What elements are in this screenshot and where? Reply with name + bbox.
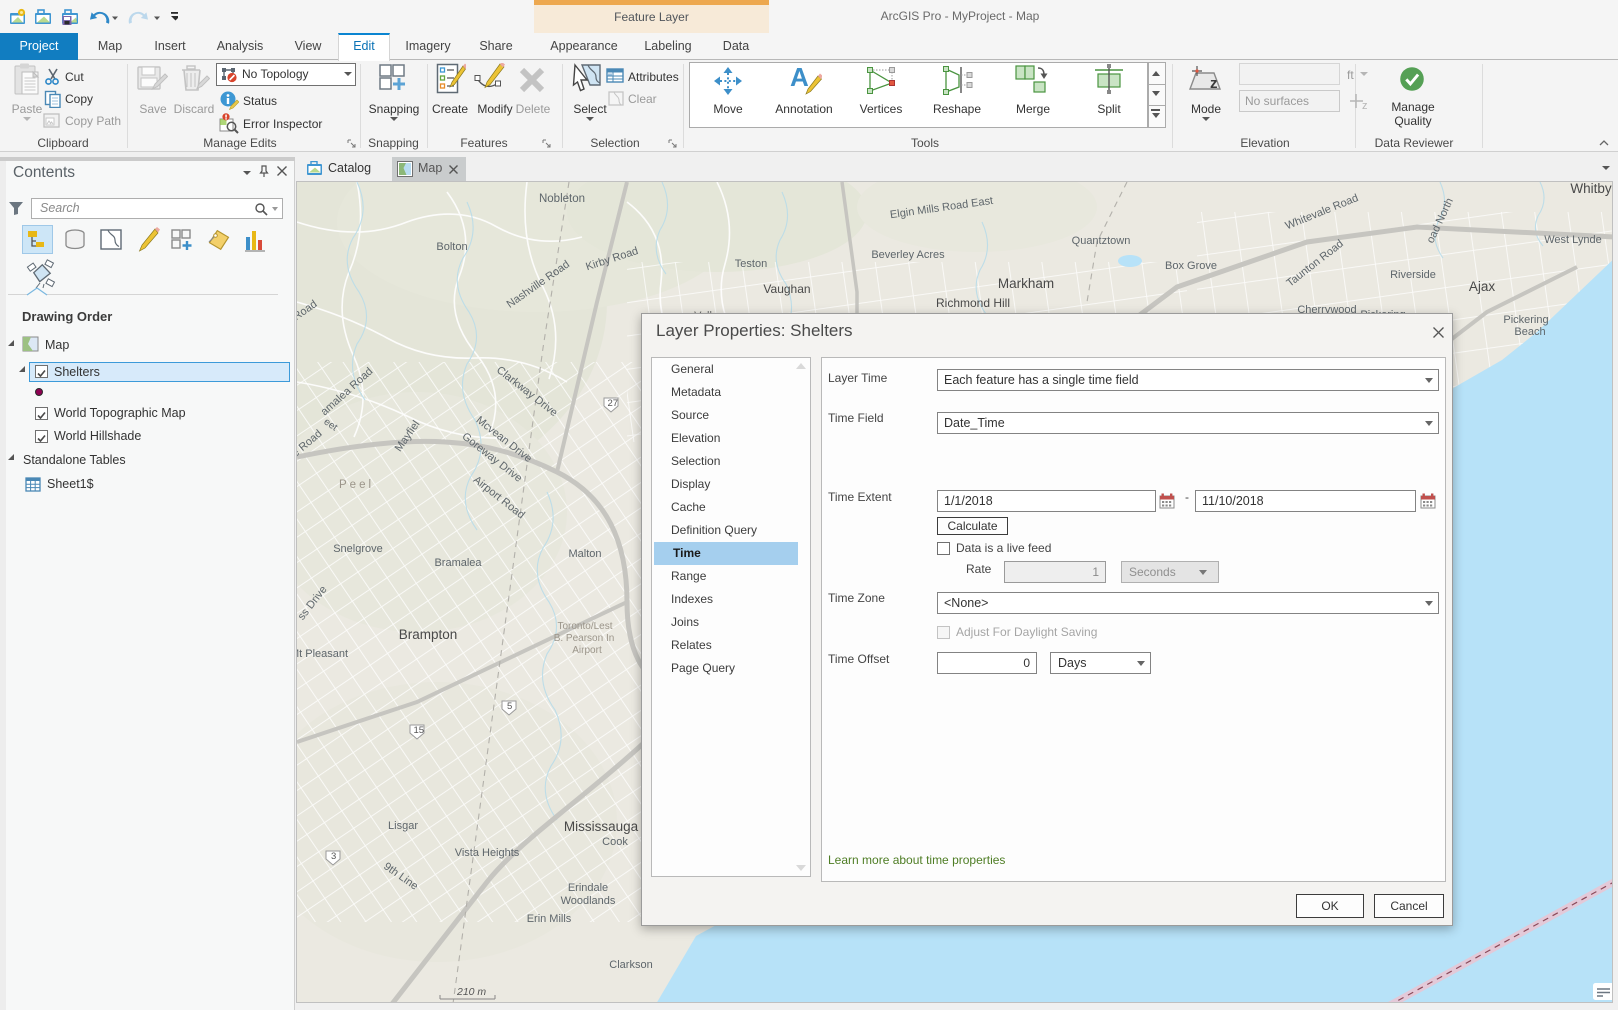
- svg-text:Markham: Markham: [998, 276, 1054, 291]
- svg-text:5: 5: [507, 701, 512, 712]
- svg-text:Vista Heights: Vista Heights: [455, 847, 520, 859]
- svg-text:Cook: Cook: [602, 836, 628, 848]
- svg-text:Peel: Peel: [339, 479, 374, 491]
- svg-text:Bramalea: Bramalea: [434, 557, 482, 569]
- svg-text:Snelgrove: Snelgrove: [333, 543, 383, 555]
- svg-text:Mt Pleasant: Mt Pleasant: [297, 648, 348, 660]
- svg-text:B. Pearson In: B. Pearson In: [554, 633, 615, 644]
- svg-text:Nobleton: Nobleton: [539, 193, 585, 205]
- svg-text:Vaughan: Vaughan: [763, 282, 810, 296]
- svg-text:Bolton: Bolton: [436, 241, 467, 253]
- svg-text:z: z: [1362, 100, 1368, 112]
- svg-text:Erin Mills: Erin Mills: [527, 913, 572, 925]
- svg-text:27: 27: [608, 398, 619, 409]
- svg-text:3: 3: [331, 851, 336, 862]
- svg-text:Richmond Hill: Richmond Hill: [936, 296, 1010, 310]
- svg-text:Malton: Malton: [568, 548, 601, 560]
- svg-text:West Lynde: West Lynde: [1544, 234, 1601, 246]
- svg-text:z: z: [1210, 75, 1218, 92]
- svg-text:Toronto/Lest: Toronto/Lest: [557, 621, 612, 632]
- svg-text:Mississauga: Mississauga: [564, 819, 639, 834]
- svg-text:Riverside: Riverside: [1390, 269, 1436, 281]
- svg-text:Airport: Airport: [572, 645, 602, 656]
- svg-text:Whitby: Whitby: [1570, 182, 1612, 196]
- svg-text:Woodlands: Woodlands: [561, 895, 616, 907]
- svg-text:Erindale: Erindale: [568, 882, 608, 894]
- svg-text:Teston: Teston: [735, 258, 767, 270]
- svg-text:15: 15: [414, 725, 425, 736]
- svg-text:Pickering: Pickering: [1503, 314, 1548, 326]
- svg-text:210 m: 210 m: [456, 986, 486, 998]
- svg-text:Quantztown: Quantztown: [1072, 235, 1131, 247]
- svg-text:Box Grove: Box Grove: [1165, 260, 1217, 272]
- svg-text:Lisgar: Lisgar: [388, 820, 418, 832]
- svg-text:Ajax: Ajax: [1469, 279, 1496, 294]
- svg-text:A: A: [790, 64, 809, 92]
- svg-text:Brampton: Brampton: [399, 627, 458, 642]
- svg-text:Clarkson: Clarkson: [609, 959, 652, 971]
- svg-text:Beach: Beach: [1514, 326, 1545, 338]
- svg-text:Beverley Acres: Beverley Acres: [871, 249, 945, 261]
